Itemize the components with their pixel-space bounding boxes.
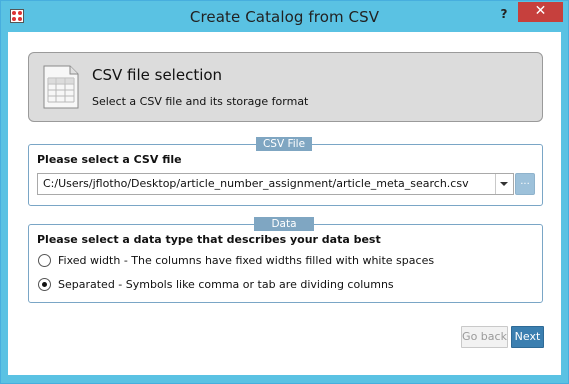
dialog-content: CSV file selection Select a CSV file and…: [8, 32, 561, 375]
header-subtitle: Select a CSV file and its storage format: [92, 95, 309, 108]
csv-file-path: C:/Users/jflotho/Desktop/article_number_…: [43, 177, 469, 190]
help-button[interactable]: ?: [492, 6, 516, 24]
browse-button[interactable]: ...: [515, 173, 535, 195]
next-button[interactable]: Next: [511, 326, 544, 348]
csv-file-group-label: CSV File: [256, 137, 312, 151]
go-back-button[interactable]: Go back: [461, 326, 508, 348]
radio-button-checked-icon[interactable]: [38, 278, 51, 291]
close-button[interactable]: ✕: [518, 2, 563, 22]
spreadsheet-document-icon: [43, 65, 79, 109]
data-type-group: Data type Please select a data type that…: [28, 217, 543, 303]
data-type-heading: Please select a data type that describes…: [37, 233, 381, 246]
csv-file-group: CSV File Please select a CSV file C:/Use…: [28, 137, 543, 206]
radio-label[interactable]: Separated - Symbols like comma or tab ar…: [58, 278, 394, 291]
csv-file-combobox[interactable]: C:/Users/jflotho/Desktop/article_number_…: [37, 173, 514, 195]
data-type-group-label: Data type: [254, 217, 314, 244]
header-title: CSV file selection: [92, 66, 223, 84]
csv-file-heading: Please select a CSV file: [37, 153, 182, 166]
title-bar[interactable]: Create Catalog from CSV ? ✕: [1, 1, 568, 33]
radio-button-icon[interactable]: [38, 254, 51, 267]
dialog-window: Create Catalog from CSV ? ✕ CSV file sel…: [0, 0, 569, 384]
radio-label[interactable]: Fixed width - The columns have fixed wid…: [58, 254, 434, 267]
window-title: Create Catalog from CSV: [189, 8, 380, 26]
chevron-down-icon[interactable]: [495, 174, 513, 194]
header-panel: CSV file selection Select a CSV file and…: [28, 52, 543, 122]
